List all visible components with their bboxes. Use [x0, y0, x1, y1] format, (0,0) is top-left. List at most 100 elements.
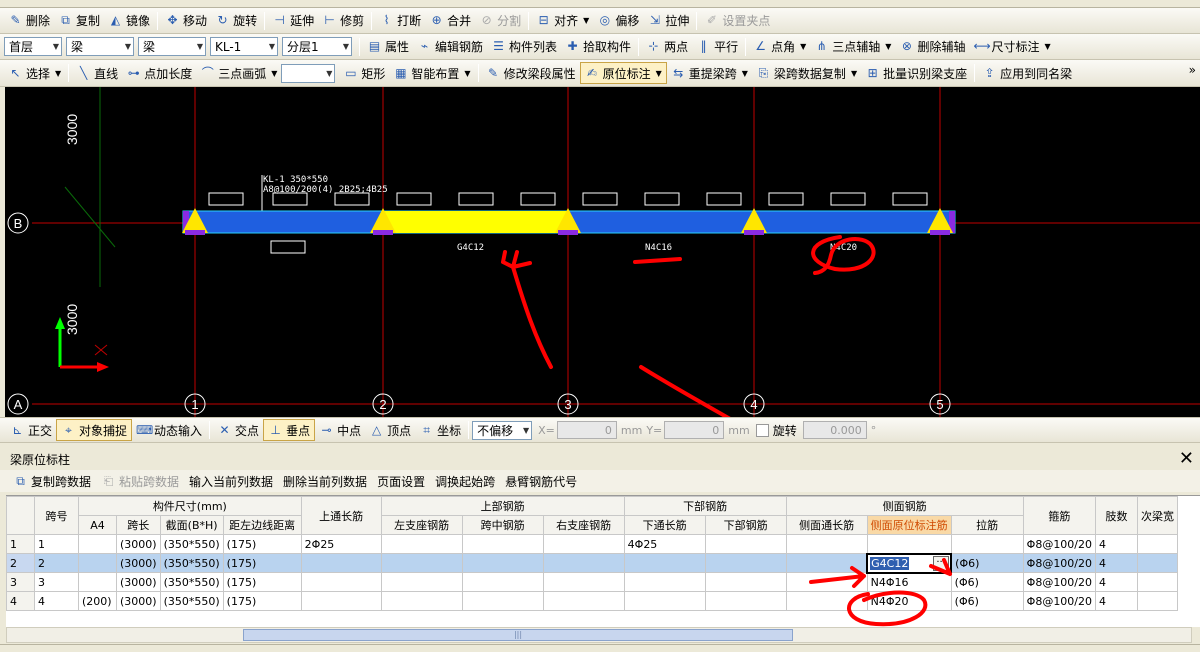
span-length-cell[interactable]: (3000) — [116, 591, 161, 611]
bottom-through-cell[interactable] — [623, 553, 706, 573]
scrollbar-thumb[interactable]: ||| — [243, 629, 793, 641]
mid-span-cell[interactable] — [461, 591, 544, 611]
snap-1-button[interactable]: ⊥ 垂点 — [263, 419, 316, 441]
drawing-canvas[interactable]: 3000 3000 B A 1 2 3 4 5 KL-1 350*550 A8@… — [5, 87, 1200, 417]
section-cell[interactable]: (350*550) — [159, 572, 224, 592]
panel-action-5-button[interactable]: 调换起始跨 — [430, 470, 500, 492]
a4-cell[interactable]: (200) — [78, 591, 117, 611]
shape-select[interactable]: ▼ — [281, 63, 336, 83]
component-tool-9-button[interactable]: ⟷ 尺寸标注 ▼ — [969, 36, 1054, 58]
chevron-down-icon[interactable]: ▼ — [656, 69, 662, 78]
toolbar-overflow-button[interactable]: » — [1189, 63, 1196, 77]
mode-0-button[interactable]: ⊾ 正交 — [6, 419, 56, 441]
stirrup-cell[interactable]: Φ8@100/20 — [1022, 591, 1097, 611]
right-support-cell[interactable] — [542, 553, 625, 573]
snap-0-button[interactable]: ✕ 交点 — [213, 419, 263, 441]
axis-distance-cell[interactable]: (175) — [222, 591, 302, 611]
panel-action-3-button[interactable]: 删除当前列数据 — [278, 470, 372, 492]
bottom-through-cell[interactable] — [623, 572, 706, 592]
bottom-rebar-cell[interactable] — [704, 591, 787, 611]
legs-cell[interactable]: 4 — [1095, 534, 1139, 554]
axis-distance-cell[interactable]: (175) — [222, 534, 302, 554]
component-tool-1-button[interactable]: ⌁ 编辑钢筋 — [413, 36, 487, 58]
span-length-cell[interactable]: (3000) — [116, 572, 161, 592]
panel-action-0-button[interactable]: ⧉ 复制跨数据 — [8, 470, 96, 492]
snap-4-button[interactable]: ⌗ 坐标 — [415, 419, 465, 441]
secondary-beam-cell[interactable] — [1137, 534, 1179, 554]
stirrup-cell[interactable]: Φ8@100/20 — [1022, 534, 1097, 554]
component-tool-5-button[interactable]: ‖ 平行 — [692, 36, 742, 58]
snap-3-button[interactable]: △ 顶点 — [365, 419, 415, 441]
side-in-situ-cell[interactable]: N4Φ20 — [866, 591, 952, 611]
section-cell[interactable]: (350*550) — [159, 591, 224, 611]
side-through-cell[interactable] — [785, 572, 868, 592]
legs-cell[interactable]: 4 — [1095, 591, 1139, 611]
ellipsis-button[interactable]: ··· — [933, 555, 950, 571]
left-support-cell[interactable] — [380, 572, 463, 592]
edit-tool-10-button[interactable]: ⊟ 对齐 ▼ — [532, 10, 593, 32]
bottom-rebar-cell[interactable] — [704, 553, 787, 573]
table-row[interactable]: 3 3 (3000) (350*550) (175) N4Φ16 (Φ6) Φ8@100/20… — [6, 572, 1179, 592]
chevron-down-icon[interactable]: ▼ — [1044, 42, 1050, 51]
component-tool-6-button[interactable]: ∠ 点角 ▼ — [749, 36, 810, 58]
edit-tool-12-button[interactable]: ⇲ 拉伸 — [643, 10, 693, 32]
a4-cell[interactable] — [78, 534, 117, 554]
left-support-cell[interactable] — [380, 534, 463, 554]
cell-editor[interactable]: G4C12 ··· — [869, 555, 950, 571]
top-through-cell[interactable] — [300, 591, 382, 611]
axis-distance-cell[interactable]: (175) — [222, 572, 302, 592]
layer-select[interactable]: 分层1 ▼ — [282, 37, 352, 56]
component-tool-2-button[interactable]: ☰ 构件列表 — [487, 36, 561, 58]
top-through-cell[interactable]: 2Φ25 — [300, 534, 382, 554]
draw-tool-1-button[interactable]: ⊶ 点加长度 — [122, 62, 196, 84]
panel-action-1-button[interactable]: ⎗ 粘贴跨数据 — [96, 470, 184, 492]
mode-2-button[interactable]: ⌨ 动态输入 — [132, 419, 206, 441]
left-support-cell[interactable] — [380, 553, 463, 573]
a4-cell[interactable] — [78, 553, 117, 573]
span-no-cell[interactable]: 4 — [34, 591, 79, 611]
component-tool-7-button[interactable]: ⋔ 三点辅轴 ▼ — [810, 36, 895, 58]
bottom-rebar-cell[interactable] — [704, 572, 787, 592]
x-input[interactable]: 0 — [556, 421, 617, 439]
top-through-cell[interactable] — [300, 572, 382, 592]
table-row[interactable]: 4 4 (200) (3000) (350*550) (175) N4Φ20 (Φ6) Φ8@1… — [6, 591, 1179, 611]
section-cell[interactable]: (350*550) — [159, 534, 224, 554]
legs-cell[interactable]: 4 — [1095, 553, 1139, 573]
beam-tool-5-button[interactable]: ⎘ 梁跨数据复制 ▼ — [752, 62, 861, 84]
beam-tool-6-button[interactable]: ⊞ 批量识别梁支座 — [861, 62, 971, 84]
right-support-cell[interactable] — [542, 572, 625, 592]
panel-action-6-button[interactable]: 悬臂钢筋代号 — [500, 470, 582, 492]
snap-2-button[interactable]: ⊸ 中点 — [315, 419, 365, 441]
cell-editor-value[interactable]: G4C12 — [870, 556, 910, 570]
horizontal-scrollbar[interactable]: ||| — [6, 627, 1192, 643]
mid-span-cell[interactable] — [461, 572, 544, 592]
secondary-beam-cell[interactable] — [1137, 591, 1179, 611]
edit-tool-4-button[interactable]: ↻ 旋转 — [211, 10, 261, 32]
chevron-down-icon[interactable]: ▼ — [851, 69, 857, 78]
edit-tool-13-button[interactable]: ✐ 设置夹点 — [700, 10, 774, 32]
side-through-cell[interactable] — [785, 553, 868, 573]
mid-span-cell[interactable] — [461, 534, 544, 554]
category-select[interactable]: 梁 ▼ — [66, 37, 134, 56]
tie-cell[interactable]: (Φ6) — [950, 553, 1024, 573]
close-icon[interactable]: ✕ — [1179, 448, 1194, 470]
span-no-cell[interactable]: 3 — [34, 572, 79, 592]
component-tool-4-button[interactable]: ⊹ 两点 — [642, 36, 692, 58]
edit-tool-3-button[interactable]: ✥ 移动 — [161, 10, 211, 32]
table-row[interactable]: 1 1 (3000) (350*550) (175) 2Φ25 4Φ25 Φ8@100/20 4 — [6, 534, 1179, 554]
chevron-down-icon[interactable]: ▼ — [271, 69, 277, 78]
right-support-cell[interactable] — [542, 534, 625, 554]
component-tool-3-button[interactable]: ✚ 拾取构件 — [561, 36, 635, 58]
side-in-situ-cell[interactable] — [866, 534, 952, 554]
right-support-cell[interactable] — [542, 591, 625, 611]
edit-tool-5-button[interactable]: ⊣ 延伸 — [268, 10, 318, 32]
tie-cell[interactable]: (Φ6) — [950, 572, 1024, 592]
legs-cell[interactable]: 4 — [1095, 572, 1139, 592]
component-tool-0-button[interactable]: ▤ 属性 — [363, 36, 413, 58]
draw-tool-2-button[interactable]: ⌒ 三点画弧 ▼ — [196, 62, 281, 84]
top-through-cell[interactable] — [300, 553, 382, 573]
beam-tool-3-button[interactable]: ✍ 原位标注 ▼ — [579, 62, 667, 84]
side-in-situ-cell[interactable]: N4Φ16 — [866, 572, 952, 592]
beam-tool-0-button[interactable]: ▭ 矩形 — [339, 62, 389, 84]
bottom-rebar-cell[interactable] — [704, 534, 787, 554]
